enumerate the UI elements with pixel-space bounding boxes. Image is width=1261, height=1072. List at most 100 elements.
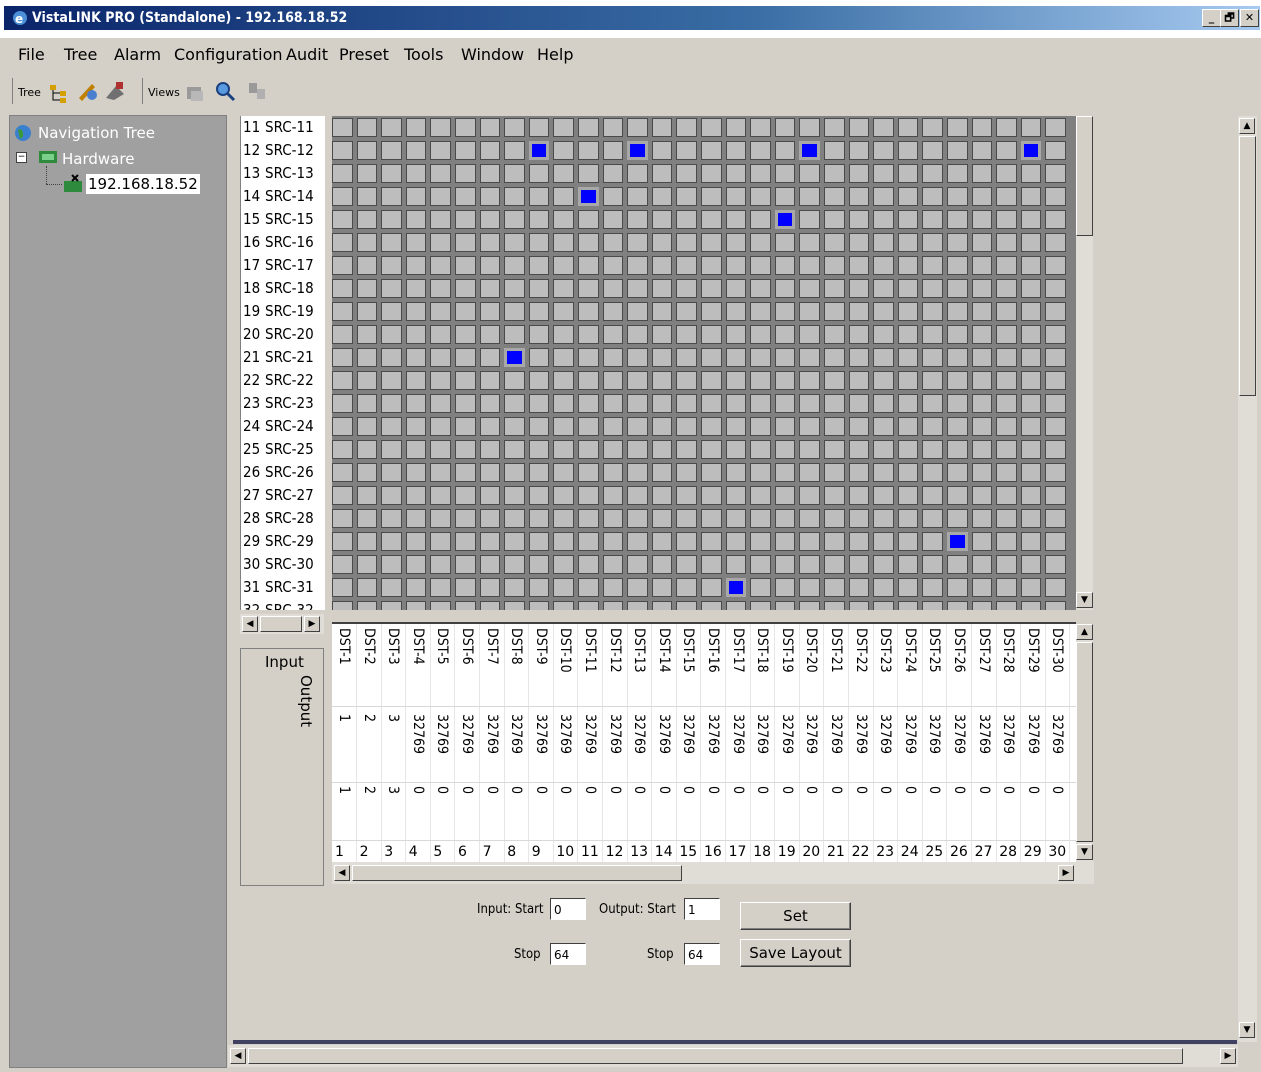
matrix-cell[interactable] (897, 164, 919, 183)
matrix-cell[interactable] (1045, 233, 1066, 252)
scrollbar-thumb[interactable] (1239, 136, 1256, 396)
menu-window[interactable]: Window (461, 45, 524, 64)
matrix-cell[interactable] (430, 348, 451, 367)
matrix-cell[interactable] (332, 210, 353, 229)
matrix-cell[interactable] (1045, 210, 1066, 229)
matrix-cell[interactable] (504, 233, 525, 252)
matrix-cell[interactable] (455, 187, 476, 206)
matrix-cell[interactable] (356, 210, 378, 229)
matrix-cell[interactable] (455, 141, 476, 160)
matrix-cell[interactable] (799, 509, 820, 528)
matrix-cell[interactable] (1045, 601, 1066, 610)
matrix-cell[interactable] (405, 578, 427, 597)
scroll-left-button[interactable]: ◀ (242, 616, 258, 632)
matrix-cell[interactable] (602, 555, 624, 574)
matrix-cell[interactable] (750, 256, 771, 275)
matrix-cell[interactable] (553, 463, 574, 482)
matrix-cell[interactable] (750, 164, 771, 183)
matrix-cell[interactable] (996, 256, 1017, 275)
matrix-cell[interactable] (455, 532, 476, 551)
scroll-left-button[interactable]: ◀ (334, 865, 350, 881)
matrix-cell[interactable] (799, 394, 820, 413)
matrix-cell[interactable] (922, 256, 943, 275)
matrix-cell[interactable] (897, 417, 919, 436)
matrix-cell[interactable] (824, 325, 845, 344)
matrix-cell[interactable] (455, 601, 476, 610)
matrix-cell[interactable] (701, 302, 722, 321)
matrix-cell[interactable] (578, 509, 599, 528)
matrix-cell[interactable] (873, 141, 894, 160)
matrix-cell[interactable] (971, 440, 993, 459)
matrix-cell[interactable] (553, 555, 574, 574)
matrix-cell[interactable] (504, 463, 525, 482)
matrix-cell[interactable] (578, 141, 599, 160)
matrix-cell[interactable] (602, 302, 624, 321)
matrix-cell[interactable] (701, 394, 722, 413)
matrix-cell[interactable] (701, 601, 722, 610)
matrix-cell[interactable] (750, 325, 771, 344)
matrix-cell[interactable] (528, 601, 550, 610)
matrix-cell[interactable] (799, 371, 820, 390)
matrix-cell[interactable] (897, 302, 919, 321)
matrix-cell[interactable] (455, 348, 476, 367)
matrix-cell[interactable] (897, 118, 919, 137)
matrix-cell[interactable] (897, 141, 919, 160)
matrix-cell[interactable] (504, 371, 525, 390)
matrix-cell[interactable] (774, 141, 796, 160)
matrix-cell[interactable] (750, 187, 771, 206)
matrix-cell[interactable] (1020, 302, 1042, 321)
matrix-cell[interactable] (356, 164, 378, 183)
matrix-cell[interactable] (725, 118, 747, 137)
matrix-cell[interactable] (356, 279, 378, 298)
matrix-cell[interactable] (504, 417, 525, 436)
destination-column[interactable]: DST-27 32769 0 27 (972, 624, 997, 864)
matrix-cell[interactable] (1045, 371, 1066, 390)
matrix-cell[interactable] (947, 256, 968, 275)
matrix-cell[interactable] (947, 325, 968, 344)
matrix-cell[interactable] (405, 187, 427, 206)
wizard-icon[interactable] (76, 80, 98, 102)
matrix-cell[interactable] (602, 233, 624, 252)
matrix-cell[interactable] (651, 348, 673, 367)
matrix-cell[interactable] (1020, 118, 1042, 137)
destination-column[interactable]: DST-23 32769 0 23 (873, 624, 899, 864)
matrix-cell[interactable] (602, 578, 624, 597)
matrix-cell[interactable] (676, 187, 697, 206)
menu-alarm[interactable]: Alarm (114, 45, 161, 64)
scroll-left-button[interactable]: ◀ (230, 1048, 246, 1064)
matrix-cell[interactable] (873, 394, 894, 413)
matrix-cell[interactable] (873, 164, 894, 183)
save-layout-button[interactable]: Save Layout (740, 939, 851, 967)
matrix-cell[interactable] (922, 302, 943, 321)
menu-help[interactable]: Help (537, 45, 573, 64)
matrix-cell[interactable] (651, 440, 673, 459)
matrix-cell[interactable] (553, 164, 574, 183)
matrix-cell[interactable] (479, 279, 501, 298)
matrix-cell[interactable] (332, 394, 353, 413)
matrix-cell[interactable] (971, 486, 993, 505)
matrix-cell[interactable] (873, 256, 894, 275)
matrix-cell[interactable] (528, 463, 550, 482)
matrix-cell[interactable] (701, 141, 722, 160)
matrix-cell[interactable] (455, 463, 476, 482)
matrix-cell[interactable] (897, 325, 919, 344)
matrix-cell[interactable] (578, 555, 599, 574)
matrix-cell[interactable] (774, 440, 796, 459)
matrix-cell[interactable] (824, 486, 845, 505)
matrix-cell[interactable] (676, 486, 697, 505)
matrix-cell[interactable] (701, 256, 722, 275)
matrix-cell[interactable] (479, 463, 501, 482)
matrix-cell[interactable] (455, 371, 476, 390)
matrix-cell[interactable] (528, 279, 550, 298)
matrix-cell[interactable] (356, 486, 378, 505)
matrix-cell[interactable] (897, 279, 919, 298)
matrix-cell[interactable] (996, 532, 1017, 551)
matrix-cell[interactable] (504, 486, 525, 505)
matrix-cell[interactable] (381, 371, 402, 390)
matrix-cell[interactable] (701, 486, 722, 505)
matrix-cell[interactable] (971, 256, 993, 275)
matrix-cell[interactable] (602, 118, 624, 137)
matrix-cell[interactable] (356, 302, 378, 321)
matrix-cell[interactable] (848, 302, 870, 321)
matrix-cell[interactable] (553, 302, 574, 321)
